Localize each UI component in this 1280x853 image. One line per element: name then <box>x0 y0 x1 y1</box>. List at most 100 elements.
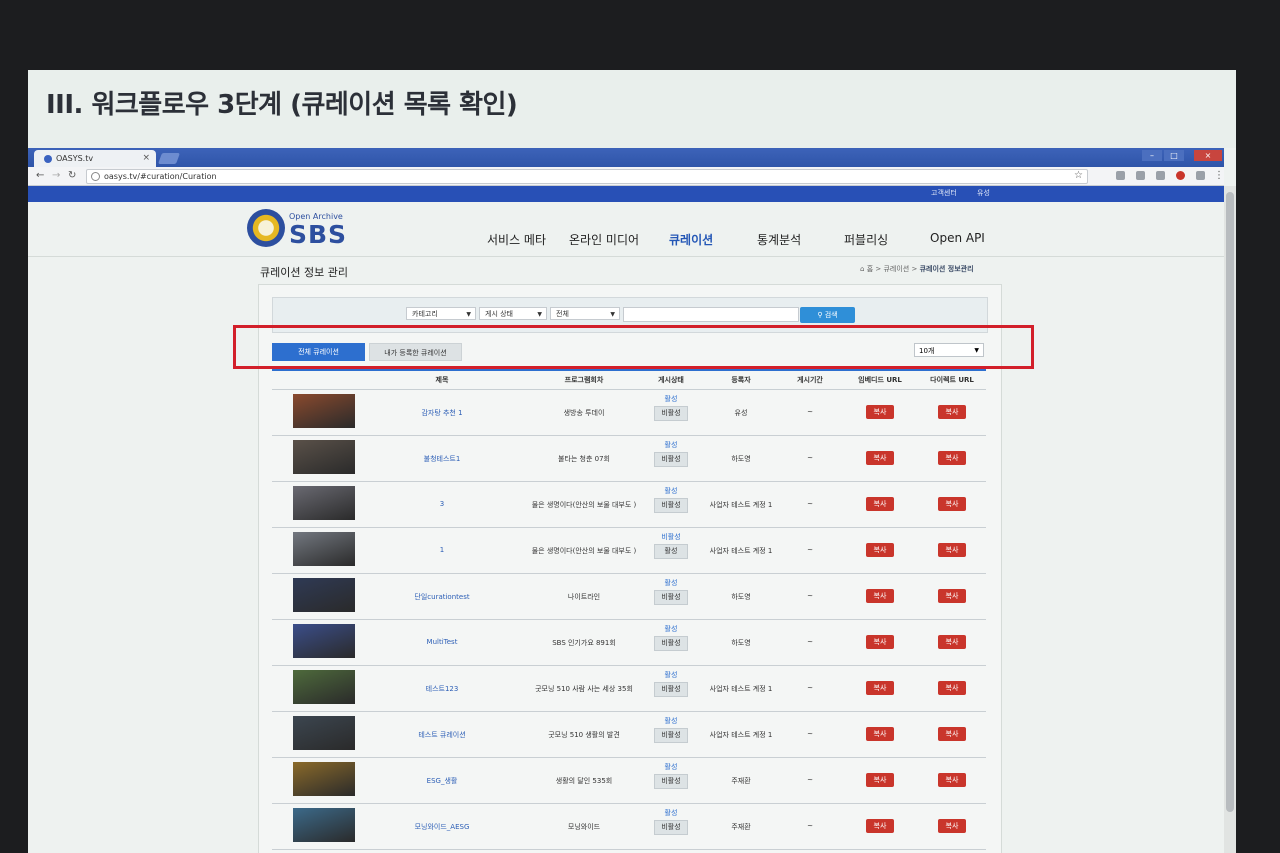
forward-arrow-icon[interactable]: → <box>52 169 60 183</box>
minimize-button[interactable]: – <box>1142 150 1162 161</box>
video-thumbnail[interactable] <box>293 532 355 566</box>
browser-tab[interactable]: OASYS.tv × <box>34 150 156 167</box>
category-select[interactable]: 카테고리 ▼ <box>406 307 476 320</box>
tab-close-icon[interactable]: × <box>142 150 150 167</box>
copy-direct-url-button[interactable]: 복사 <box>938 773 966 787</box>
copy-embed-url-button[interactable]: 복사 <box>866 773 894 787</box>
search-button[interactable]: ⚲ 검색 <box>800 307 855 323</box>
status-primary[interactable]: 활성 <box>654 578 688 588</box>
curation-title-link[interactable]: 단일curationtest <box>382 592 502 602</box>
copy-direct-url-button[interactable]: 복사 <box>938 543 966 557</box>
bookmark-star-icon[interactable]: ☆ <box>1074 169 1083 183</box>
video-thumbnail[interactable] <box>293 440 355 474</box>
copy-direct-url-button[interactable]: 복사 <box>938 635 966 649</box>
status-primary[interactable]: 활성 <box>654 486 688 496</box>
post-status-select[interactable]: 게시 상태 ▼ <box>479 307 547 320</box>
copy-direct-url-button[interactable]: 복사 <box>938 681 966 695</box>
status-secondary-button[interactable]: 비활성 <box>654 452 688 467</box>
status-secondary-button[interactable]: 활성 <box>654 544 688 559</box>
video-thumbnail[interactable] <box>293 762 355 796</box>
status-primary[interactable]: 활성 <box>654 394 688 404</box>
nav-publishing[interactable]: 퍼블리싱 <box>844 231 888 248</box>
breadcrumb-curation[interactable]: 큐레이션 <box>883 265 909 273</box>
copy-embed-url-button[interactable]: 복사 <box>866 543 894 557</box>
table-row[interactable]: 감자탕 추천 1 생방송 투데이 활성 비활성 유성 ~ 복사 복사 <box>272 389 986 436</box>
status-secondary-button[interactable]: 비활성 <box>654 590 688 605</box>
sbs-logo-icon[interactable] <box>247 209 285 247</box>
extension-icon[interactable] <box>1136 171 1145 180</box>
new-tab-button[interactable] <box>157 153 181 164</box>
home-icon[interactable]: ⌂ <box>860 265 864 273</box>
copy-embed-url-button[interactable]: 복사 <box>866 589 894 603</box>
status-secondary-button[interactable]: 비활성 <box>654 774 688 789</box>
table-row[interactable]: 테스트 큐레이션 굿모닝 510 생활의 발견 활성 비활성 사업자 테스트 계정 1 ~… <box>272 711 986 758</box>
search-input[interactable] <box>623 307 799 322</box>
copy-embed-url-button[interactable]: 복사 <box>866 727 894 741</box>
table-row[interactable]: 1 물은 생명이다(안산의 보물 대부도 ) 비활성 활성 사업자 테스트 계정 1 ~ 복… <box>272 527 986 574</box>
curation-title-link[interactable]: MultiTest <box>382 638 502 646</box>
reload-icon[interactable]: ↻ <box>68 169 76 183</box>
video-thumbnail[interactable] <box>293 670 355 704</box>
curation-title-link[interactable]: 1 <box>382 546 502 554</box>
window-close-button[interactable]: × <box>1194 150 1222 161</box>
status-secondary-button[interactable]: 비활성 <box>654 728 688 743</box>
status-primary[interactable]: 활성 <box>654 440 688 450</box>
video-thumbnail[interactable] <box>293 394 355 428</box>
curation-title-link[interactable]: 3 <box>382 500 502 508</box>
status-secondary-button[interactable]: 비활성 <box>654 636 688 651</box>
status-primary[interactable]: 활성 <box>654 808 688 818</box>
scrollbar-thumb[interactable] <box>1226 192 1234 812</box>
copy-direct-url-button[interactable]: 복사 <box>938 727 966 741</box>
copy-embed-url-button[interactable]: 복사 <box>866 405 894 419</box>
status-primary[interactable]: 활성 <box>654 762 688 772</box>
curation-title-link[interactable]: ESG_생활 <box>382 776 502 786</box>
back-arrow-icon[interactable]: ← <box>36 169 44 183</box>
status-primary[interactable]: 활성 <box>654 716 688 726</box>
browser-menu-icon[interactable]: ⋮ <box>1214 169 1224 183</box>
table-row[interactable]: 모닝와이드_AESG 모닝와이드 활성 비활성 주재환 ~ 복사 복사 <box>272 803 986 850</box>
extension-icon[interactable] <box>1156 171 1165 180</box>
table-row[interactable]: MultiTest SBS 인기가요 891회 활성 비활성 하도영 ~ 복사 복사 <box>272 619 986 666</box>
copy-embed-url-button[interactable]: 복사 <box>866 819 894 833</box>
status-secondary-button[interactable]: 비활성 <box>654 406 688 421</box>
nav-service-meta[interactable]: 서비스 메타 <box>487 231 546 248</box>
status-primary[interactable]: 비활성 <box>654 532 688 542</box>
nav-curation[interactable]: 큐레이션 <box>669 231 713 248</box>
breadcrumb-home[interactable]: 홈 <box>867 265 873 273</box>
extension-icon[interactable] <box>1176 171 1185 180</box>
copy-embed-url-button[interactable]: 복사 <box>866 497 894 511</box>
page-scrollbar[interactable] <box>1224 186 1236 853</box>
video-thumbnail[interactable] <box>293 578 355 612</box>
maximize-button[interactable]: □ <box>1164 150 1184 161</box>
extension-icon[interactable] <box>1116 171 1125 180</box>
video-thumbnail[interactable] <box>293 808 355 842</box>
copy-direct-url-button[interactable]: 복사 <box>938 497 966 511</box>
video-thumbnail[interactable] <box>293 486 355 520</box>
curation-title-link[interactable]: 테스트 큐레이션 <box>382 730 502 740</box>
video-thumbnail[interactable] <box>293 624 355 658</box>
status-primary[interactable]: 활성 <box>654 624 688 634</box>
status-secondary-button[interactable]: 비활성 <box>654 682 688 697</box>
curation-title-link[interactable]: 감자탕 추천 1 <box>382 408 502 418</box>
url-input[interactable]: oasys.tv/#curation/Curation <box>86 169 1088 184</box>
status-primary[interactable]: 활성 <box>654 670 688 680</box>
nav-statistics[interactable]: 통계분석 <box>757 231 801 248</box>
nav-online-media[interactable]: 온라인 미디어 <box>569 231 639 248</box>
copy-direct-url-button[interactable]: 복사 <box>938 451 966 465</box>
copy-direct-url-button[interactable]: 복사 <box>938 819 966 833</box>
copy-direct-url-button[interactable]: 복사 <box>938 405 966 419</box>
curation-title-link[interactable]: 테스트123 <box>382 684 502 694</box>
logo-text[interactable]: SBS <box>289 220 347 249</box>
status-secondary-button[interactable]: 비활성 <box>654 820 688 835</box>
nav-open-api[interactable]: Open API <box>930 231 985 245</box>
curation-title-link[interactable]: 불청테스트1 <box>382 454 502 464</box>
copy-embed-url-button[interactable]: 복사 <box>866 635 894 649</box>
status-secondary-button[interactable]: 비활성 <box>654 498 688 513</box>
table-row[interactable]: 불청테스트1 불타는 청춘 07회 활성 비활성 하도영 ~ 복사 복사 <box>272 435 986 482</box>
user-name-link[interactable]: 유성 <box>977 188 990 198</box>
table-row[interactable]: ESG_생활 생활의 달인 535회 활성 비활성 주재환 ~ 복사 복사 <box>272 757 986 804</box>
table-row[interactable]: 3 물은 생명이다(안산의 보물 대부도 ) 활성 비활성 사업자 테스트 계정 1 ~ 복… <box>272 481 986 528</box>
copy-embed-url-button[interactable]: 복사 <box>866 681 894 695</box>
copy-embed-url-button[interactable]: 복사 <box>866 451 894 465</box>
curation-title-link[interactable]: 모닝와이드_AESG <box>382 822 502 832</box>
